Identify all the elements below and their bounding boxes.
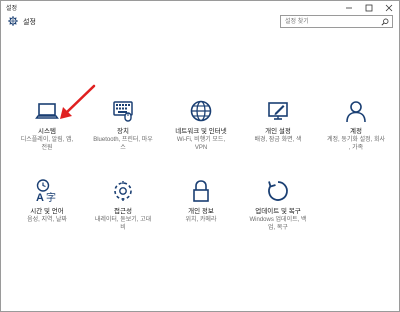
globe-icon: [189, 99, 213, 123]
tile-label: 네트워크 및 인터넷: [175, 128, 227, 135]
update-icon: [266, 179, 290, 203]
tile-description: Wi-Fi, 비행기 모드,: [176, 137, 226, 143]
tile-network[interactable]: 네트워크 및 인터넷 Wi-Fi, 비행기 모드, VPN: [163, 99, 239, 152]
close-icon: [385, 4, 393, 11]
search-input[interactable]: 설정 찾기: [280, 15, 393, 28]
tile-ease-of-access[interactable]: 접근성 내레이터, 돋보기, 고대 비: [85, 179, 161, 232]
svg-text:字: 字: [46, 191, 56, 203]
tile-description: 디스플레이, 알림, 앱,: [20, 137, 74, 143]
lock-icon: [189, 179, 213, 203]
page-title: 설정: [23, 19, 36, 26]
title-bar[interactable]: 설정: [1, 1, 399, 14]
svg-text:A: A: [36, 192, 44, 203]
tile-update-recovery[interactable]: 업데이트 및 복구 Windows 업데이트, 백 업, 복구: [240, 179, 316, 232]
maximize-icon: [365, 4, 373, 11]
annotation-arrow: [60, 84, 96, 119]
tile-description: 비: [120, 225, 126, 231]
minimize-button[interactable]: [339, 1, 359, 14]
tile-label: 계정: [350, 128, 362, 135]
tile-label: 업데이트 및 복구: [255, 208, 301, 215]
tile-description: 배경, 잠금 화면, 색: [254, 137, 302, 143]
laptop-icon: [35, 99, 59, 123]
tile-label: 장치: [117, 128, 129, 135]
tile-description: 내레이터, 돋보기, 고대: [94, 217, 152, 223]
settings-window: 설정 설정 설정 찾기 시스템 디스플레이, 알림, 앱, 전원 장치 Blue…: [0, 0, 400, 312]
tile-description: Bluetooth, 프린터, 마우: [93, 137, 153, 143]
tile-accounts[interactable]: 계정 계정, 동기화 설정, 회사 , 가족: [318, 99, 394, 152]
tile-description: VPN: [194, 145, 208, 151]
ease-of-access-icon: [111, 179, 135, 203]
tile-description: 계정, 동기화 설정, 회사: [326, 137, 385, 143]
settings-header: 설정 설정 찾기: [1, 14, 399, 30]
time-language-icon: A 字: [35, 179, 59, 203]
search-icon[interactable]: [381, 18, 389, 26]
tile-privacy[interactable]: 개인 정보 위치, 카메라: [163, 179, 239, 224]
tile-description: 위치, 카메라: [185, 217, 217, 223]
personalization-icon: [266, 99, 290, 123]
person-icon: [344, 99, 368, 123]
search-placeholder: 설정 찾기: [285, 19, 309, 25]
tile-description: Windows 업데이트, 백: [249, 217, 307, 223]
minimize-icon: [346, 7, 352, 8]
tile-label: 시스템: [38, 128, 56, 135]
tile-description: 전원: [41, 145, 53, 151]
tile-description: 업, 복구: [268, 225, 288, 231]
window-controls: [339, 1, 399, 14]
tile-time-language[interactable]: A 字 시간 및 언어 음성, 지역, 날짜: [9, 179, 85, 224]
gear-icon: [8, 16, 18, 26]
tile-label: 개인 정보: [188, 208, 214, 215]
maximize-button[interactable]: [359, 1, 379, 14]
tile-label: 개인 설정: [265, 128, 291, 135]
tile-label: 시간 및 언어: [30, 208, 64, 215]
keyboard-icon: [111, 99, 135, 123]
tile-description: 음성, 지역, 날짜: [27, 217, 67, 223]
tile-description: 스: [120, 145, 126, 151]
close-button[interactable]: [379, 1, 399, 14]
tile-description: , 가족: [348, 145, 364, 151]
window-title: 설정: [6, 6, 18, 12]
tile-label: 접근성: [114, 208, 132, 215]
tile-personalization[interactable]: 개인 설정 배경, 잠금 화면, 색: [240, 99, 316, 144]
